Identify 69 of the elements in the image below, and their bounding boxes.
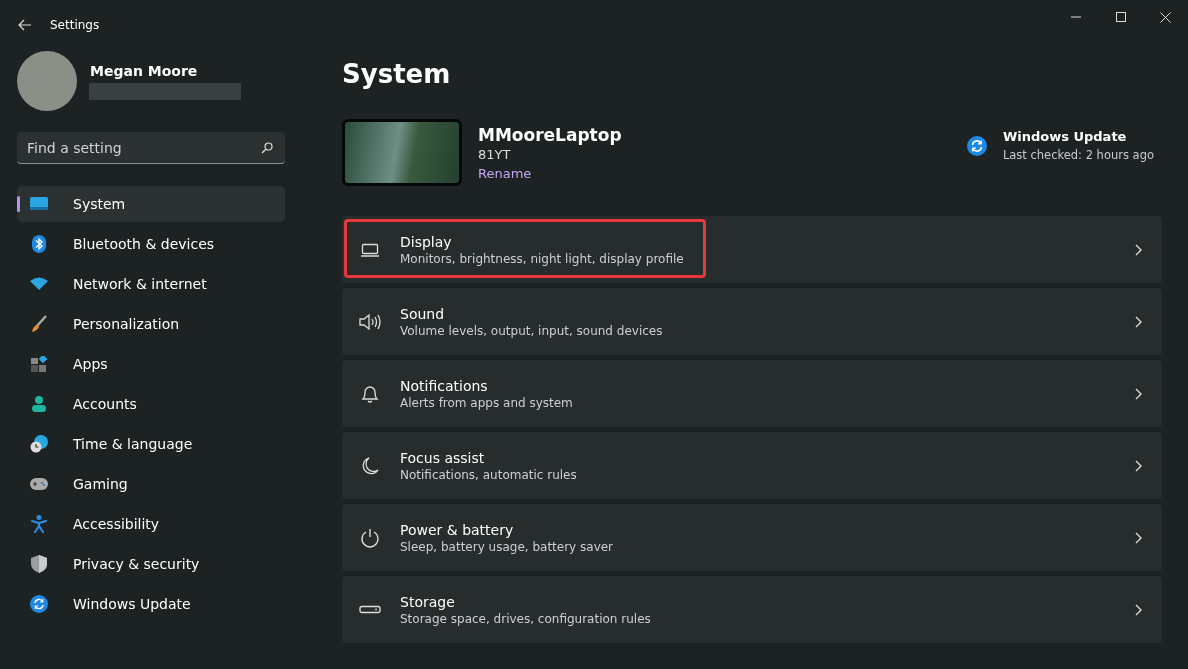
globe-clock-icon [30, 435, 48, 453]
update-status: Last checked: 2 hours ago [1002, 148, 1154, 162]
accessibility-icon [31, 515, 47, 533]
chevron-right-icon [1134, 459, 1142, 472]
device-name: MMooreLaptop [478, 124, 622, 145]
settings-card[interactable]: Notifications Alerts from apps and system [342, 360, 1162, 427]
setting-title: Storage [400, 593, 455, 610]
sidebar-item[interactable]: Bluetooth & devices [17, 226, 285, 262]
settings-card[interactable]: Focus assist Notifications, automatic rules [342, 432, 1162, 499]
settings-card[interactable]: Power & battery Sleep, battery usage, battery saver [342, 504, 1162, 571]
setting-title: Focus assist [400, 449, 485, 466]
settings-card[interactable]: Storage Storage space, drives, configuration rules [342, 576, 1162, 643]
minimize-icon [1070, 16, 1081, 18]
settings-card[interactable]: Display Monitors, brightness, night light, display profile [342, 216, 1162, 283]
update-title[interactable]: Windows Update [1002, 129, 1127, 144]
sync-icon [966, 135, 987, 156]
setting-title: Display [400, 233, 452, 250]
setting-description: Alerts from apps and system [400, 395, 573, 410]
page-title: System [342, 59, 451, 89]
laptop-icon [360, 241, 380, 258]
sidebar-item[interactable]: System [17, 186, 285, 222]
sidebar-item[interactable]: Time & language [17, 426, 285, 462]
sidebar-item[interactable]: Accounts [17, 386, 285, 422]
user-name: Megan Moore [89, 62, 198, 79]
power-icon [360, 527, 380, 548]
chevron-right-icon [1134, 243, 1142, 256]
search-icon [261, 142, 273, 154]
chevron-right-icon [1134, 603, 1142, 616]
person-icon [32, 396, 46, 412]
apps-icon [31, 356, 47, 372]
device-model: 81YT [478, 146, 511, 162]
setting-description: Storage space, drives, configuration rules [400, 611, 651, 626]
sidebar-item[interactable]: Gaming [17, 466, 285, 502]
close-icon [1160, 11, 1171, 23]
moon-icon [360, 455, 380, 476]
sidebar-item[interactable]: Privacy & security [17, 546, 285, 582]
setting-title: Sound [400, 305, 445, 322]
sidebar-item[interactable]: Personalization [17, 306, 285, 342]
shield-icon [31, 555, 47, 573]
maximize-icon [1115, 12, 1126, 22]
selection-indicator [17, 196, 20, 212]
chevron-right-icon [1134, 531, 1142, 544]
setting-title: Power & battery [400, 521, 514, 538]
setting-description: Monitors, brightness, night light, display profile [400, 251, 684, 266]
speaker-icon [359, 312, 381, 331]
setting-description: Volume levels, output, input, sound devices [400, 323, 663, 338]
gamepad-icon [30, 478, 48, 490]
settings-card[interactable]: Sound Volume levels, output, input, sound devices [342, 288, 1162, 355]
bluetooth-icon [32, 235, 46, 253]
wifi-icon [30, 277, 48, 291]
bell-icon [360, 383, 380, 404]
setting-description: Sleep, battery usage, battery saver [400, 539, 614, 554]
sidebar-item[interactable]: Accessibility [17, 506, 285, 542]
avatar [17, 51, 77, 111]
setting-description: Notifications, automatic rules [400, 467, 577, 482]
back-button[interactable] [18, 19, 32, 31]
paintbrush-icon [31, 315, 47, 333]
monitor-icon [29, 196, 49, 212]
sidebar-item[interactable]: Apps [17, 346, 285, 382]
chevron-right-icon [1134, 387, 1142, 400]
sync-icon [30, 595, 48, 613]
drive-icon [359, 604, 381, 615]
sidebar-item[interactable]: Windows Update [17, 586, 285, 622]
search-field[interactable]: Find a setting [17, 132, 285, 164]
sidebar-item[interactable]: Network & internet [17, 266, 285, 302]
chevron-right-icon [1134, 315, 1142, 328]
setting-title: Notifications [400, 377, 488, 394]
rename-link[interactable]: Rename [478, 165, 532, 181]
window-title: Settings [50, 18, 101, 32]
